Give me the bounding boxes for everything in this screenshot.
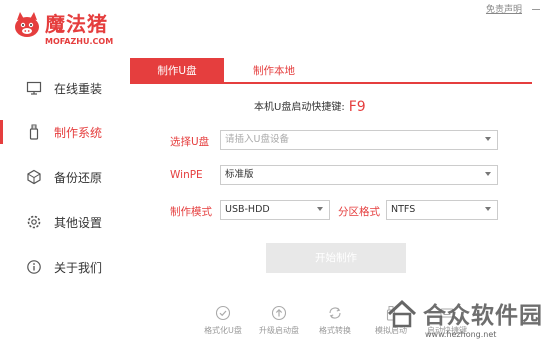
mode-value: USB-HDD: [225, 204, 270, 215]
minimize-icon: [532, 8, 540, 10]
window-controls: 免责声明: [486, 2, 542, 15]
usb-select-label: 选择U盘: [170, 136, 210, 148]
sidebar-item-other-settings[interactable]: 其他设置: [0, 202, 128, 242]
active-indicator: [0, 120, 3, 144]
backup-icon: [27, 169, 41, 185]
app-logo: 魔法猪 MOFAZHU.COM: [12, 6, 122, 52]
hotkey-value: F9: [348, 99, 366, 115]
watermark-logo-icon: [387, 299, 417, 328]
info-icon: [27, 260, 41, 274]
format-usb-tool[interactable]: 格式化U盘: [198, 305, 248, 336]
tab-make-local[interactable]: 制作本地: [224, 58, 324, 84]
sidebar-item-online-reinstall[interactable]: 在线重装: [0, 68, 128, 108]
app-name-en: MOFAZHU.COM: [45, 37, 114, 46]
hotkey-label: 本机U盘启动快捷键:: [254, 102, 345, 113]
title-bar: 魔法猪 MOFAZHU.COM 免责声明: [0, 0, 550, 58]
winpe-select[interactable]: 标准版: [220, 165, 498, 185]
tab-bar: 制作U盘 制作本地: [130, 58, 532, 84]
partition-value: NTFS: [391, 204, 416, 215]
usb-device-placeholder: 请插入U盘设备: [225, 134, 289, 145]
tool-label: 格式化U盘: [204, 326, 242, 335]
sidebar-item-label: 其他设置: [54, 216, 103, 230]
check-circle-icon: [215, 305, 231, 321]
sidebar-item-label: 在线重装: [54, 82, 103, 96]
pig-logo-icon: [15, 12, 39, 37]
sidebar-item-label: 关于我们: [54, 261, 103, 275]
partition-select[interactable]: NTFS: [386, 200, 498, 220]
tool-label: 格式转换: [319, 326, 351, 335]
sidebar-item-about-us[interactable]: 关于我们: [0, 247, 128, 287]
chevron-down-icon: [485, 172, 491, 176]
start-make-button[interactable]: 开始制作: [266, 243, 406, 273]
watermark-text: 合众软件园: [423, 303, 543, 329]
tool-label: 升级启动盘: [259, 326, 299, 335]
watermark-url: www.hezhong.net: [425, 330, 497, 339]
upgrade-boot-tool[interactable]: 升级启动盘: [254, 305, 304, 336]
watermark: 合众软件园 www.hezhong.net: [385, 296, 545, 344]
partition-label: 分区格式: [338, 206, 380, 218]
usb-device-select[interactable]: 请插入U盘设备: [220, 130, 498, 150]
minimize-button[interactable]: [530, 3, 542, 15]
hotkey-info: 本机U盘启动快捷键: F9: [254, 98, 366, 115]
chevron-down-icon: [485, 207, 491, 211]
winpe-value: 标准版: [225, 169, 254, 180]
upload-circle-icon: [271, 305, 287, 321]
chevron-down-icon: [485, 137, 491, 141]
sidebar-item-make-system[interactable]: 制作系统: [0, 112, 128, 152]
chevron-down-icon: [317, 207, 323, 211]
app-name-cn: 魔法猪: [45, 12, 108, 36]
mode-label: 制作模式: [170, 206, 212, 218]
sidebar: 在线重装 制作系统 备份还原 其他设置 关于我们: [0, 58, 128, 347]
mode-select[interactable]: USB-HDD: [220, 200, 330, 220]
monitor-icon: [26, 81, 42, 95]
tab-make-usb[interactable]: 制作U盘: [130, 58, 224, 84]
sidebar-item-label: 备份还原: [54, 171, 103, 185]
format-convert-tool[interactable]: 格式转换: [310, 305, 360, 336]
sidebar-item-backup-restore[interactable]: 备份还原: [0, 157, 128, 197]
convert-icon: [329, 307, 341, 319]
sidebar-item-label: 制作系统: [54, 126, 103, 140]
winpe-label: WinPE: [170, 169, 203, 181]
disclaimer-link[interactable]: 免责声明: [486, 2, 522, 15]
gear-icon: [27, 215, 41, 229]
usb-icon: [29, 124, 39, 140]
